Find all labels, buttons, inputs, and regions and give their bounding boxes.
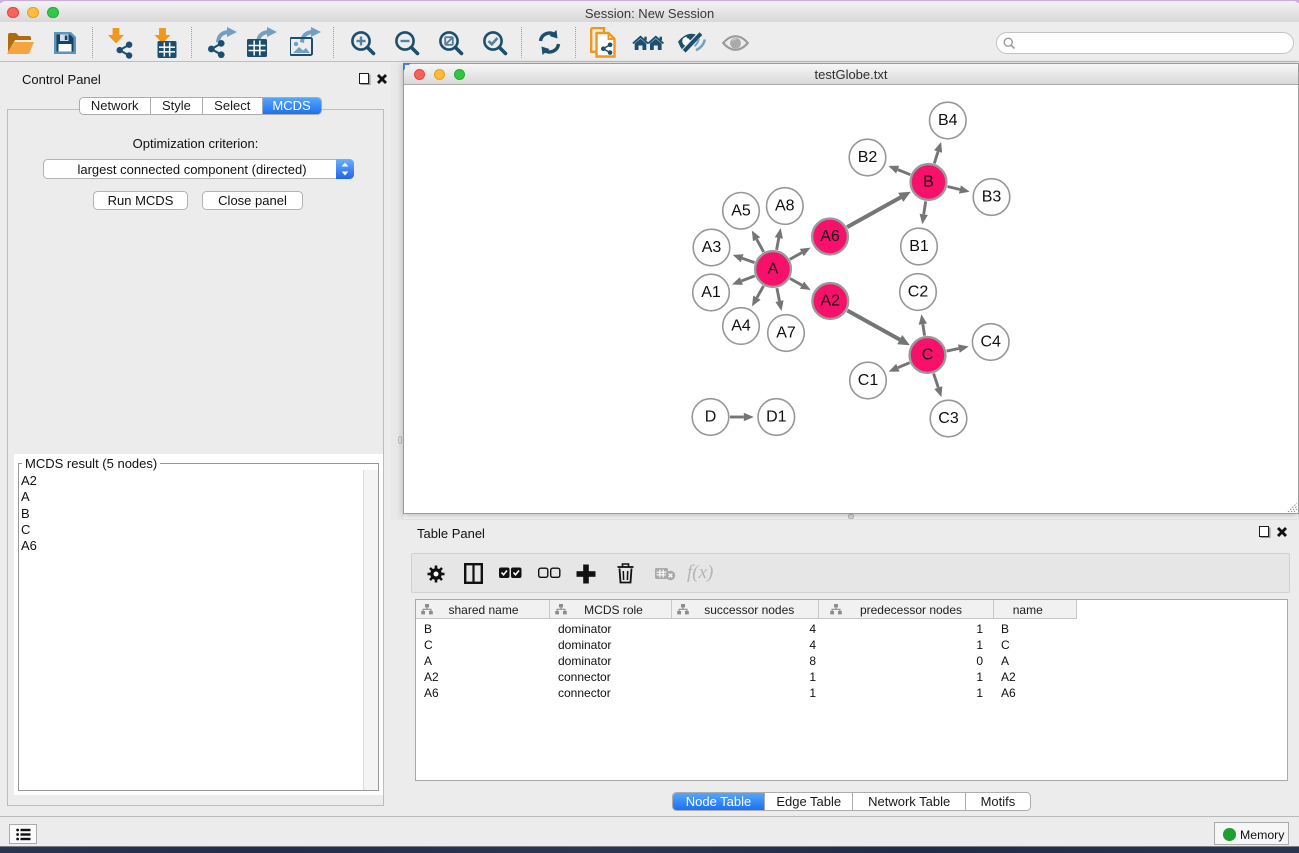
svg-text:A2: A2 — [821, 293, 841, 310]
svg-text:A1: A1 — [701, 284, 721, 301]
svg-text:B: B — [923, 174, 934, 191]
svg-text:A4: A4 — [731, 318, 751, 335]
svg-text:A: A — [768, 261, 779, 278]
svg-text:D: D — [705, 409, 717, 426]
svg-text:A6: A6 — [820, 228, 840, 245]
svg-text:C2: C2 — [908, 284, 929, 301]
svg-text:B4: B4 — [938, 112, 958, 129]
svg-text:A5: A5 — [731, 203, 751, 220]
svg-text:C: C — [922, 347, 934, 364]
svg-text:B1: B1 — [909, 238, 929, 255]
svg-text:B2: B2 — [858, 149, 878, 166]
svg-text:C4: C4 — [980, 334, 1001, 351]
svg-text:C3: C3 — [938, 410, 959, 427]
svg-text:A3: A3 — [702, 239, 722, 256]
svg-text:B3: B3 — [982, 189, 1002, 206]
svg-text:A8: A8 — [775, 198, 795, 215]
svg-text:C1: C1 — [858, 372, 879, 389]
svg-text:D1: D1 — [766, 409, 787, 426]
svg-text:A7: A7 — [776, 325, 796, 342]
